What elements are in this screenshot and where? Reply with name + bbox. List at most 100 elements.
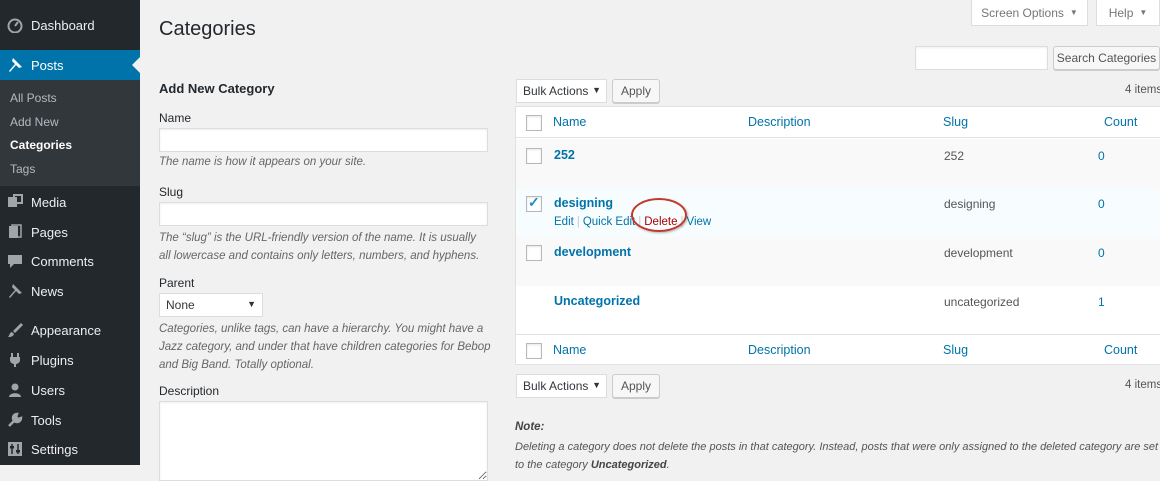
help-button[interactable]: Help ▼ bbox=[1096, 0, 1160, 26]
row-checkbox[interactable] bbox=[526, 148, 542, 164]
menu-settings[interactable]: Settings bbox=[0, 434, 140, 464]
column-count-header[interactable]: Count bbox=[1104, 115, 1137, 129]
media-icon bbox=[7, 194, 23, 210]
description-label: Description bbox=[159, 384, 220, 398]
column-description-footer[interactable]: Description bbox=[748, 343, 811, 357]
menu-tools[interactable]: Tools bbox=[0, 405, 140, 435]
items-count-bottom: 4 items bbox=[1125, 379, 1160, 391]
menu-users[interactable]: Users bbox=[0, 375, 140, 405]
menu-dashboard[interactable]: Dashboard bbox=[0, 10, 140, 40]
note-uncategorized: Uncategorized bbox=[590, 459, 667, 471]
apply-button-top[interactable]: Apply bbox=[612, 79, 660, 103]
checkmark-icon: ✓ bbox=[528, 194, 540, 210]
submenu-tags[interactable]: Tags bbox=[10, 162, 35, 176]
menu-plugins[interactable]: Plugins bbox=[0, 345, 140, 375]
menu-dashboard-label: Dashboard bbox=[31, 17, 95, 33]
items-count-top: 4 items bbox=[1125, 84, 1160, 96]
menu-tools-label: Tools bbox=[31, 412, 62, 428]
apply-button-bottom[interactable]: Apply bbox=[612, 374, 660, 398]
column-slug-header[interactable]: Slug bbox=[943, 115, 968, 129]
view-link[interactable]: View bbox=[687, 216, 712, 228]
categories-table: Name Description Slug Count 252 252 0 ✓ … bbox=[515, 106, 1160, 365]
menu-comments-label: Comments bbox=[31, 253, 94, 269]
menu-news[interactable]: News bbox=[0, 276, 140, 306]
dashboard-icon bbox=[7, 17, 23, 33]
column-slug-footer[interactable]: Slug bbox=[943, 343, 968, 357]
table-row: 252 252 0 bbox=[516, 139, 1160, 188]
category-count-link[interactable]: 0 bbox=[1098, 197, 1105, 211]
row-checkbox[interactable]: ✓ bbox=[526, 194, 542, 212]
slug-hint: The “slug” is the URL-friendly version o… bbox=[159, 232, 480, 262]
menu-plugins-label: Plugins bbox=[31, 352, 74, 368]
plugin-icon bbox=[7, 352, 23, 368]
category-slug: uncategorized bbox=[944, 295, 1020, 309]
admin-sidebar: Dashboard Posts All Posts Add New Catego… bbox=[0, 0, 140, 465]
submenu-all-posts[interactable]: All Posts bbox=[10, 91, 57, 105]
search-input[interactable] bbox=[915, 46, 1048, 70]
menu-media[interactable]: Media bbox=[0, 187, 140, 217]
page-title: Categories bbox=[159, 18, 256, 40]
menu-appearance[interactable]: Appearance bbox=[0, 315, 140, 345]
category-name-link[interactable]: development bbox=[554, 245, 631, 259]
pages-icon bbox=[7, 224, 23, 240]
menu-users-label: Users bbox=[31, 382, 65, 398]
menu-media-label: Media bbox=[31, 194, 67, 210]
menu-comments[interactable]: Comments bbox=[0, 246, 140, 276]
pushpin-icon bbox=[7, 57, 23, 73]
parent-select[interactable]: None ▼ bbox=[159, 293, 263, 317]
column-description-header[interactable]: Description bbox=[748, 115, 811, 129]
menu-pages-label: Pages bbox=[31, 224, 68, 240]
category-count-link[interactable]: 0 bbox=[1098, 149, 1105, 163]
name-hint: The name is how it appears on your site. bbox=[159, 156, 367, 168]
caret-down-icon: ▼ bbox=[247, 299, 256, 309]
category-slug: 252 bbox=[944, 149, 965, 163]
parent-selected-value: None bbox=[166, 298, 195, 312]
category-name-link[interactable]: Uncategorized bbox=[554, 294, 640, 308]
select-all-checkbox[interactable] bbox=[526, 343, 542, 359]
quick-edit-link[interactable]: Quick Edit bbox=[583, 216, 635, 228]
menu-posts[interactable]: Posts bbox=[0, 50, 140, 80]
settings-icon bbox=[7, 441, 23, 457]
menu-news-label: News bbox=[31, 283, 64, 299]
edit-link[interactable]: Edit bbox=[554, 216, 574, 228]
menu-appearance-label: Appearance bbox=[31, 322, 102, 338]
bulk-actions-select-bottom[interactable]: Bulk Actions ▼ bbox=[516, 374, 607, 398]
wrench-icon bbox=[7, 412, 23, 428]
parent-label: Parent bbox=[159, 276, 195, 290]
search-categories-button[interactable]: Search Categories bbox=[1053, 46, 1160, 70]
column-count-footer[interactable]: Count bbox=[1104, 343, 1137, 357]
menu-pages[interactable]: Pages bbox=[0, 217, 140, 247]
category-slug: designing bbox=[944, 197, 996, 211]
name-field[interactable] bbox=[159, 128, 488, 152]
menu-posts-label: Posts bbox=[31, 57, 64, 73]
select-all-checkbox[interactable] bbox=[526, 115, 542, 131]
pushpin-icon bbox=[7, 283, 23, 299]
bulk-actions-label: Bulk Actions bbox=[523, 379, 589, 393]
submenu-categories[interactable]: Categories bbox=[10, 138, 72, 152]
menu-settings-label: Settings bbox=[31, 441, 78, 457]
category-count-link[interactable]: 0 bbox=[1098, 246, 1105, 260]
table-row: ✓ designing Edit | Quick Edit | Delete | View … bbox=[516, 188, 1160, 237]
category-slug: development bbox=[944, 246, 1013, 260]
table-row: Uncategorized uncategorized 1 bbox=[516, 286, 1160, 335]
name-label: Name bbox=[159, 111, 192, 125]
bulk-actions-label: Bulk Actions bbox=[523, 84, 589, 98]
column-name-header[interactable]: Name bbox=[553, 115, 586, 129]
table-header-row: Name Description Slug Count bbox=[516, 107, 1160, 138]
column-name-footer[interactable]: Name bbox=[553, 343, 586, 357]
row-checkbox[interactable] bbox=[526, 245, 542, 261]
screen-options-button[interactable]: Screen Options ▼ bbox=[971, 0, 1088, 26]
slug-field[interactable] bbox=[159, 202, 488, 226]
category-count-link[interactable]: 1 bbox=[1098, 295, 1105, 309]
posts-submenu: All Posts Add New Categories Tags bbox=[0, 80, 140, 186]
note-text-end: . bbox=[666, 459, 670, 471]
description-textarea[interactable] bbox=[159, 401, 488, 481]
bulk-actions-select-top[interactable]: Bulk Actions ▼ bbox=[516, 79, 607, 103]
delete-highlight-circle bbox=[631, 198, 687, 232]
separator: | bbox=[576, 216, 580, 228]
category-name-link[interactable]: 252 bbox=[554, 148, 575, 162]
category-name-link[interactable]: designing bbox=[554, 196, 613, 210]
comment-icon bbox=[7, 253, 23, 269]
users-icon bbox=[7, 382, 23, 398]
submenu-add-new[interactable]: Add New bbox=[10, 115, 59, 129]
